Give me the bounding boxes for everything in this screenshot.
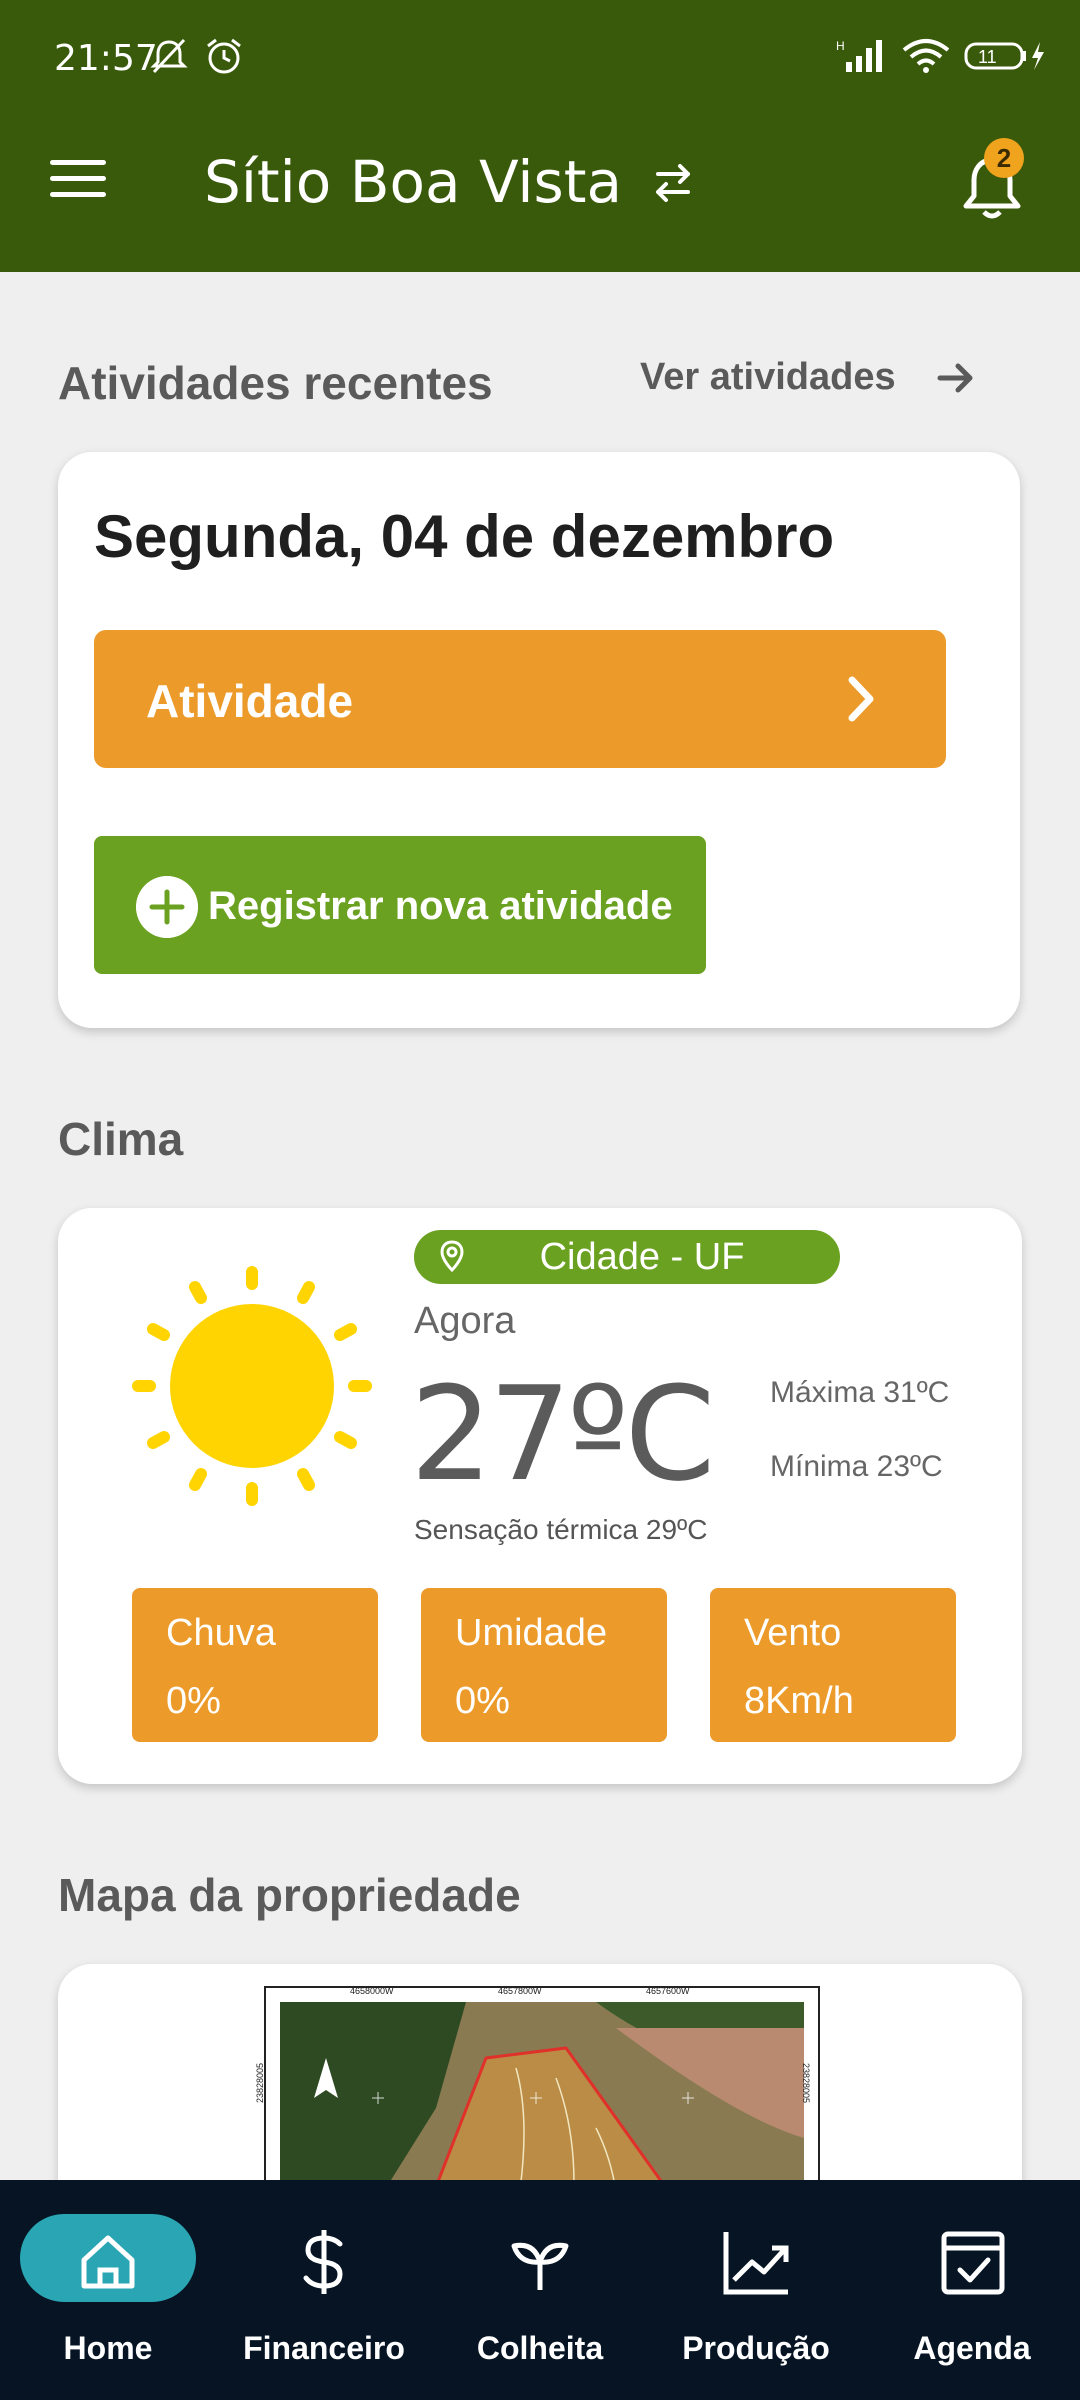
map-coordinate-label: 4657600W (646, 1986, 690, 1996)
app-header: 21:57 H 11 Sítio Boa Vista 2 (0, 0, 1080, 272)
map-coordinate-label: 23828005 (255, 2062, 266, 2104)
register-activity-button[interactable]: Registrar nova atividade (94, 836, 706, 974)
section-title-recent: Atividades recentes (58, 357, 493, 409)
activity-button[interactable]: Atividade (94, 630, 946, 768)
nav-label: Financeiro (243, 2330, 405, 2366)
alarm-icon (207, 38, 241, 74)
battery-icon: 11 (964, 42, 1044, 70)
humidity-stat: Umidade 0% (421, 1588, 667, 1742)
min-temperature: Mínima 23ºC (770, 1450, 943, 1483)
nav-label: Agenda (913, 2330, 1031, 2366)
activity-label: Atividade (146, 675, 354, 727)
muted-bell-icon (150, 38, 188, 74)
map-coordinate-label: 4657800W (498, 1986, 542, 1996)
sun-icon (132, 1266, 372, 1506)
stat-value: 0% (455, 1680, 510, 1722)
arrow-right-icon (937, 363, 973, 392)
stat-label: Vento (744, 1612, 842, 1654)
home-icon (81, 2235, 135, 2289)
map-coordinate-label: 23828005 (801, 2062, 812, 2104)
svg-text:H: H (836, 39, 845, 53)
notification-badge: 2 (984, 138, 1024, 178)
nav-colheita[interactable]: Colheita (432, 2180, 648, 2400)
feels-like: Sensação térmica 29ºC (414, 1514, 708, 1545)
stat-value: 8Km/h (744, 1680, 854, 1722)
swap-farm-icon[interactable] (648, 158, 698, 208)
see-activities-label: Ver atividades (640, 356, 896, 398)
wind-stat: Vento 8Km/h (710, 1588, 956, 1742)
section-title-map: Mapa da propriedade (58, 1869, 521, 1921)
map-coordinate-label: 4658000W (350, 1986, 394, 1996)
signal-icon: H (836, 39, 882, 72)
city-label: Cidade - UF (539, 1236, 745, 1278)
now-label: Agora (414, 1300, 516, 1342)
register-activity-label: Registrar nova atividade (208, 884, 673, 928)
nav-agenda[interactable]: Agenda (864, 2180, 1080, 2400)
status-left-icons (148, 36, 244, 76)
wifi-icon (902, 39, 950, 73)
plus-circle-icon (136, 876, 198, 938)
activity-date: Segunda, 04 de dezembro (94, 503, 835, 570)
recent-activity-card: Segunda, 04 de dezembro Atividade Regist… (58, 452, 1020, 1028)
bottom-navigation: Home Financeiro Colheita Produção Agenda (0, 2180, 1080, 2400)
stat-label: Chuva (166, 1612, 276, 1654)
stat-value: 0% (166, 1680, 221, 1722)
max-temperature: Máxima 31ºC (770, 1376, 950, 1409)
calendar-check-icon (941, 2231, 1005, 2295)
section-title-weather: Clima (58, 1113, 184, 1165)
city-selector[interactable]: Cidade - UF (414, 1230, 840, 1284)
nav-home[interactable]: Home (0, 2180, 216, 2400)
weather-card: Cidade - UF Agora 27ºC Máxima 31ºC Mínim… (58, 1208, 1022, 1784)
chart-up-icon (723, 2232, 789, 2295)
sprout-icon (511, 2242, 569, 2290)
current-temperature: 27ºC (410, 1358, 715, 1510)
nav-label: Produção (682, 2330, 830, 2366)
svg-text:11: 11 (978, 47, 997, 67)
nav-label: Colheita (476, 2330, 604, 2366)
chevron-right-icon (848, 676, 874, 722)
farm-title: Sítio Boa Vista (204, 148, 622, 216)
stat-label: Umidade (455, 1612, 608, 1654)
rain-stat: Chuva 0% (132, 1588, 378, 1742)
status-time: 21:57 (54, 38, 158, 79)
nav-producao[interactable]: Produção (648, 2180, 864, 2400)
nav-financeiro[interactable]: Financeiro (216, 2180, 432, 2400)
dollar-icon (303, 2230, 343, 2294)
nav-label: Home (63, 2330, 153, 2366)
menu-button[interactable] (50, 160, 106, 200)
status-right-icons: H 11 (836, 38, 1050, 74)
see-activities-link[interactable]: Ver atividades (640, 356, 976, 399)
